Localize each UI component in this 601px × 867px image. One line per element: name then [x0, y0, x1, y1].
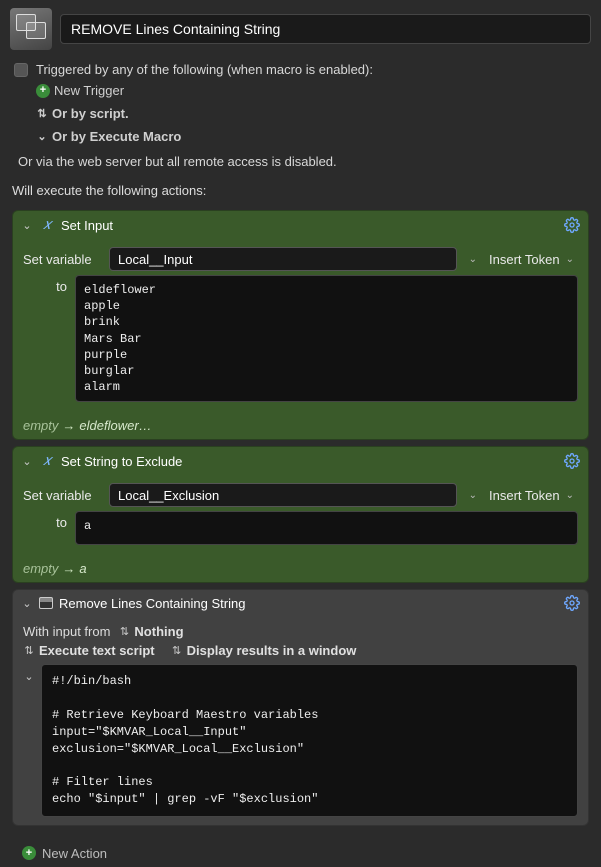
with-input-from-select[interactable]: ⇅ Nothing	[118, 624, 183, 639]
add-trigger-icon[interactable]: +	[36, 84, 50, 98]
with-input-from-label: With input from	[23, 624, 110, 639]
script-textarea[interactable]: #!/bin/bash # Retrieve Keyboard Maestro …	[41, 664, 578, 816]
chevron-down-icon[interactable]: ⌄	[465, 490, 481, 501]
variable-name-select[interactable]: Local__Input	[109, 247, 457, 271]
value-textarea[interactable]: eldeflower apple brink Mars Bar purple b…	[75, 275, 578, 402]
variable-icon: 𝑥	[39, 452, 55, 470]
collapse-icon[interactable]: ⌄	[21, 219, 33, 232]
trigger-enable-checkbox[interactable]	[14, 63, 28, 77]
trigger-label: Triggered by any of the following (when …	[36, 62, 373, 77]
action-title: Set Input	[61, 218, 558, 233]
variable-name-select[interactable]: Local__Exclusion	[109, 483, 457, 507]
new-action-link[interactable]: New Action	[42, 846, 107, 861]
value-textarea[interactable]: a	[75, 511, 578, 545]
gear-icon[interactable]	[564, 217, 580, 233]
add-action-icon[interactable]: +	[22, 846, 36, 860]
set-variable-label: Set variable	[23, 488, 101, 503]
status-preview: empty→eldeflower…	[13, 414, 588, 439]
action-title: Remove Lines Containing String	[59, 596, 558, 611]
or-via-web-label: Or via the web server but all remote acc…	[4, 148, 597, 177]
new-trigger-link[interactable]: New Trigger	[54, 83, 124, 98]
collapse-icon[interactable]: ⌄	[21, 455, 33, 468]
macro-icon	[10, 8, 52, 50]
status-preview: empty→a	[13, 557, 588, 582]
display-results-select[interactable]: ⇅ Display results in a window	[171, 643, 357, 658]
macro-name-input[interactable]	[60, 14, 591, 44]
gear-icon[interactable]	[564, 453, 580, 469]
gear-icon[interactable]	[564, 595, 580, 611]
collapse-icon[interactable]: ⌄	[21, 597, 33, 610]
or-by-execute-macro-link[interactable]: Or by Execute Macro	[52, 129, 181, 144]
action-remove-lines[interactable]: ⌄ Remove Lines Containing String With in…	[12, 589, 589, 825]
set-variable-label: Set variable	[23, 252, 101, 267]
to-label: to	[23, 275, 67, 294]
variable-icon: 𝑥	[39, 216, 55, 234]
chevron-down-icon[interactable]: ⌄	[36, 130, 48, 143]
to-label: to	[23, 511, 67, 530]
or-by-script-link[interactable]: Or by script.	[52, 106, 129, 121]
chevron-down-icon[interactable]: ⌄	[465, 254, 481, 265]
will-execute-label: Will execute the following actions:	[4, 177, 597, 204]
action-set-input[interactable]: ⌄ 𝑥 Set Input Set variable Local__Input …	[12, 210, 589, 440]
terminal-icon	[39, 597, 53, 609]
updown-icon[interactable]: ⇅	[36, 107, 48, 120]
action-set-exclusion[interactable]: ⌄ 𝑥 Set String to Exclude Set variable L…	[12, 446, 589, 583]
action-title: Set String to Exclude	[61, 454, 558, 469]
insert-token-button[interactable]: Insert Token⌄	[489, 488, 578, 503]
chevron-down-icon[interactable]: ⌄	[23, 670, 35, 683]
insert-token-button[interactable]: Insert Token⌄	[489, 252, 578, 267]
execute-text-script-select[interactable]: ⇅ Execute text script	[23, 643, 155, 658]
